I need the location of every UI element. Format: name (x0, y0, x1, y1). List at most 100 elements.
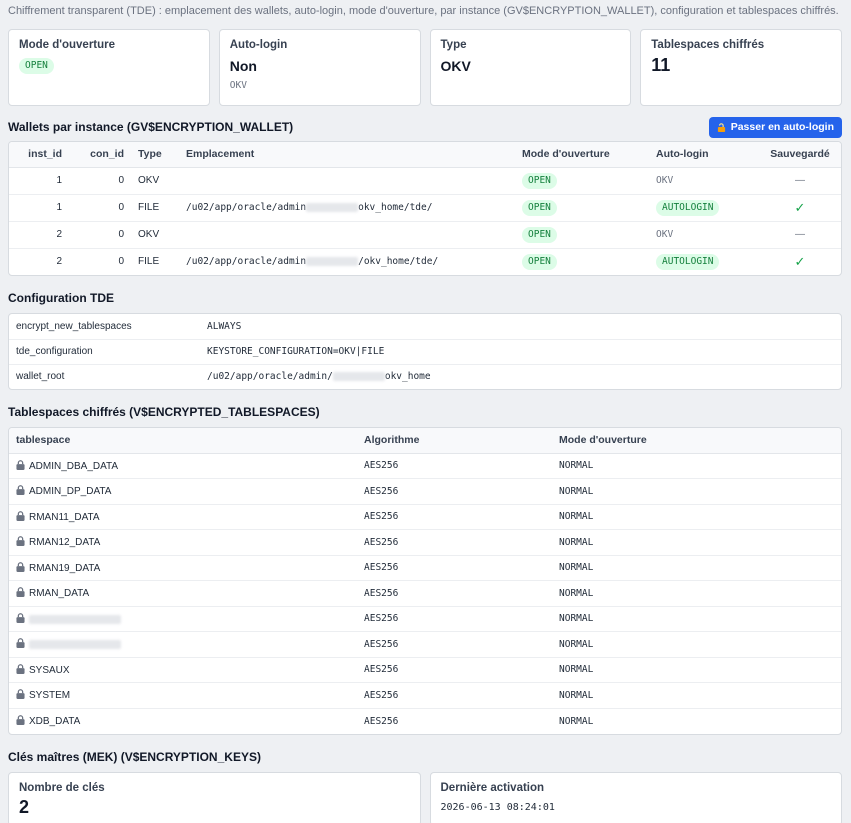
cell-open-mode: OPEN (515, 248, 649, 275)
page-description: Chiffrement transparent (TDE) : emplacem… (8, 5, 839, 17)
cell-con-id: 0 (69, 194, 131, 222)
autologin-badge: AUTOLOGIN (656, 253, 720, 270)
table-row: 1 0 FILE/u02/app/oracle/admin okv_home/tde/… (9, 194, 841, 222)
cell-autologin: AUTOLOGIN (649, 248, 759, 275)
cell-algorithm: AES256 (357, 529, 552, 556)
card-key-count: Nombre de clés 2 (8, 771, 421, 823)
location-prefix: /u02/app/oracle/admin (186, 202, 307, 213)
button-label: Passer en auto-login (730, 121, 834, 133)
table-row: RMAN12_DATA AES256 NORMAL (9, 529, 841, 556)
switch-autologin-button[interactable]: Passer en auto-login (708, 116, 842, 138)
check-icon: ✓ (759, 194, 841, 222)
col-tablespace[interactable]: tablespace (9, 428, 357, 454)
cell-ts-mode: NORMAL (552, 529, 841, 556)
card-type: Type OKV (429, 29, 632, 106)
cell-ts-mode: NORMAL (552, 504, 841, 530)
col-algorithm[interactable]: Algorithme (357, 428, 552, 454)
cell-con-id: 0 (69, 221, 131, 249)
status-badge: OPEN (522, 253, 557, 270)
col-saved[interactable]: Sauvegardé (759, 142, 841, 168)
wallets-table: inst_id con_id Type Emplacement Mode d'o… (8, 141, 842, 276)
lock-icon (16, 561, 25, 572)
tablespace-name: RMAN_DATA (29, 588, 90, 600)
cell-algorithm: AES256 (357, 504, 552, 530)
lock-icon (16, 510, 25, 521)
cell-ts-mode: NORMAL (552, 606, 841, 632)
config-value: ALWAYS (200, 314, 841, 340)
cell-con-id: 0 (69, 167, 131, 195)
config-value: /u02/app/oracle/admin/okv_home (200, 364, 841, 389)
config-value-text: KEYSTORE_CONFIGURATION=OKV|FILE (207, 346, 385, 357)
cell-tablespace: ADMIN_DBA_DATA (9, 453, 357, 479)
col-type[interactable]: Type (131, 142, 179, 168)
keys-cards: Nombre de clés 2 Dernière activation 202… (8, 771, 842, 823)
table-row: ADMIN_DP_DATA AES256 NORMAL (9, 478, 841, 505)
tablespace-name: RMAN19_DATA (29, 562, 101, 574)
status-badge: OPEN (522, 172, 557, 189)
cell-autologin: OKV (649, 167, 759, 195)
card-open-mode: Mode d'ouverture OPEN (8, 29, 210, 106)
card-value: 11 (651, 55, 671, 75)
cell-ts-mode: NORMAL (559, 715, 594, 727)
cell-algorithm: AES256 (357, 453, 552, 479)
table-row: RMAN19_DATA AES256 NORMAL (9, 555, 841, 581)
lock-icon (16, 689, 25, 700)
lock-icon (16, 459, 25, 470)
cell-type: FILE (138, 256, 160, 268)
check-icon: ✓ (794, 253, 806, 269)
tablespace-name: RMAN12_DATA (29, 537, 101, 549)
cell-ts-mode: NORMAL (552, 453, 841, 479)
cell-con-id: 0 (118, 256, 124, 268)
cell-algorithm: AES256 (357, 580, 552, 607)
cell-location: /u02/app/oracle/admin okv_home/tde/ (179, 194, 515, 222)
cell-tablespace: RMAN19_DATA (9, 555, 357, 581)
config-row: tde_configuration KEYSTORE_CONFIGURATION=… (9, 339, 841, 365)
col-open-mode[interactable]: Mode d'ouverture (515, 142, 649, 168)
table-row: AES256 NORMAL (9, 631, 841, 658)
cell-algorithm: AES256 (357, 478, 552, 505)
tablespace-name: SYSAUX (29, 664, 70, 676)
cell-algorithm: AES256 (357, 606, 552, 632)
cell-tablespace: ADMIN_DP_DATA (9, 478, 357, 505)
card-label: Tablespaces chiffrés (651, 39, 765, 51)
config-key: wallet_root (16, 371, 65, 383)
autologin-badge: AUTOLOGIN (656, 199, 720, 216)
lock-icon (16, 536, 25, 547)
tablespace-name: XDB_DATA (29, 716, 81, 727)
cell-tablespace: RMAN11_DATA (9, 504, 357, 530)
table-row: XDB_DATA AES256 NORMAL (9, 708, 841, 734)
cell-tablespace: XDB_DATA (9, 708, 357, 734)
location-suffix: okv_home/tde/ (358, 202, 433, 213)
unlock-icon (717, 122, 725, 132)
card-value: 2 (19, 796, 30, 817)
keys-title: Clés maîtres (MEK) (V$ENCRYPTION_KEYS) (8, 749, 261, 764)
summary-cards: Mode d'ouverture OPEN Auto-login Non OKV… (8, 29, 842, 106)
table-row: ADMIN_DBA_DATA AES256 NORMAL (9, 453, 841, 479)
card-value: OKV (440, 58, 471, 74)
cell-tablespace (9, 606, 357, 632)
lock-icon (16, 638, 25, 649)
cell-autologin: AUTOLOGIN (649, 194, 759, 222)
col-location[interactable]: Emplacement (179, 142, 515, 168)
card-value: Non (229, 58, 257, 74)
config-table: encrypt_new_tablespaces ALWAYS tde_configu… (8, 313, 842, 390)
table-row: AES256 NORMAL (9, 606, 841, 632)
col-inst-id[interactable]: inst_id (9, 142, 69, 168)
redacted-text (29, 614, 121, 624)
col-autologin[interactable]: Auto-login (649, 142, 759, 168)
col-ts-open-mode[interactable]: Mode d'ouverture (552, 428, 841, 454)
redacted-text (29, 640, 121, 650)
config-value-text: /u02/app/oracle/admin/ (207, 371, 333, 383)
cell-algorithm: AES256 (364, 715, 399, 727)
card-label: Dernière activation (440, 781, 545, 794)
table-row: RMAN_DATA AES256 NORMAL (9, 580, 841, 607)
cell-location (179, 167, 515, 195)
col-con-id[interactable]: con_id (69, 142, 131, 168)
card-label: Auto-login (229, 39, 288, 51)
lock-icon (16, 485, 25, 496)
cell-inst-id: 2 (56, 256, 62, 268)
lock-icon (16, 587, 25, 598)
tablespace-name: SYSTEM (29, 690, 71, 702)
card-label: Type (440, 39, 467, 51)
cell-tablespace (9, 631, 357, 658)
